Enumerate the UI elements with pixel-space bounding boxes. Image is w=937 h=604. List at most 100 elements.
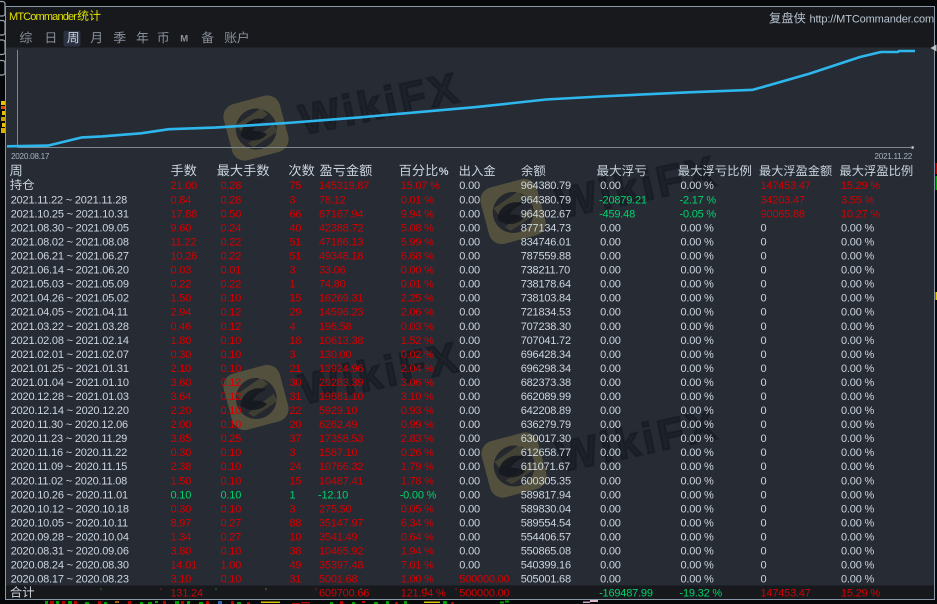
svg-text:-19.32 %: -19.32 % [680, 588, 723, 600]
svg-text:505001.68: 505001.68 [521, 574, 571, 586]
svg-text:145319.87: 145319.87 [319, 180, 369, 192]
svg-text:2021.06.14 ~ 2021.06.20: 2021.06.14 ~ 2021.06.20 [11, 265, 129, 277]
svg-text:21.00: 21.00 [171, 180, 198, 192]
svg-text:2021.02.01 ~ 2021.02.07: 2021.02.01 ~ 2021.02.07 [11, 349, 129, 361]
svg-text:1.79 %: 1.79 % [401, 461, 434, 473]
svg-text:1.34: 1.34 [171, 532, 192, 544]
svg-text:0.10: 0.10 [171, 489, 192, 501]
svg-text:5.08 %: 5.08 % [401, 222, 434, 234]
svg-text:0.00: 0.00 [459, 546, 480, 558]
svg-text:707238.30: 707238.30 [521, 321, 571, 333]
svg-text:0.10: 0.10 [221, 335, 242, 347]
svg-text:0.00: 0.00 [600, 461, 621, 473]
svg-text:2.38: 2.38 [171, 461, 192, 473]
svg-text:196.58: 196.58 [319, 321, 352, 333]
svg-text:2021.11.22: 2021.11.22 [874, 152, 912, 161]
svg-text:0.00 %: 0.00 % [841, 503, 874, 515]
svg-text:0.12: 0.12 [221, 391, 242, 403]
svg-text:2021.10.25 ~ 2021.10.31: 2021.10.25 ~ 2021.10.31 [11, 208, 129, 220]
svg-text:M: M [180, 34, 188, 45]
svg-text:0.01: 0.01 [221, 265, 242, 277]
svg-text:0.10: 0.10 [221, 419, 242, 431]
svg-text:3: 3 [290, 447, 296, 459]
svg-text:6.34 %: 6.34 % [401, 518, 434, 530]
svg-text:0.00: 0.00 [459, 363, 480, 375]
svg-text:0.10: 0.10 [221, 574, 242, 586]
svg-text:http://MTCommander.com: http://MTCommander.com [810, 14, 935, 26]
svg-text:612658.77: 612658.77 [521, 447, 571, 459]
svg-text:3.85: 3.85 [171, 433, 192, 445]
svg-text:0.00: 0.00 [459, 377, 480, 389]
svg-text:0.27: 0.27 [221, 518, 242, 530]
svg-text:611071.67: 611071.67 [521, 461, 570, 473]
svg-text:2020.08.17: 2020.08.17 [11, 152, 50, 161]
svg-text:0: 0 [761, 236, 767, 248]
svg-text:0: 0 [761, 447, 767, 459]
svg-text:130.00: 130.00 [319, 349, 352, 361]
svg-text:0.84: 0.84 [171, 194, 192, 206]
svg-text:31: 31 [290, 574, 302, 586]
svg-text:0.28: 0.28 [221, 180, 242, 192]
svg-text:2021.05.03 ~ 2021.05.09: 2021.05.03 ~ 2021.05.09 [11, 279, 129, 291]
svg-text:0.00 %: 0.00 % [841, 307, 874, 319]
svg-text:0.00 %: 0.00 % [681, 349, 714, 361]
svg-text:0.00 %: 0.00 % [841, 419, 874, 431]
svg-text:0.00: 0.00 [600, 236, 621, 248]
svg-text:0.02 %: 0.02 % [401, 349, 434, 361]
svg-text:0.00 %: 0.00 % [841, 349, 874, 361]
svg-text:0.00 %: 0.00 % [841, 574, 874, 586]
svg-text:0.00 %: 0.00 % [841, 391, 874, 403]
svg-text:0: 0 [761, 560, 767, 572]
svg-text:0.12: 0.12 [221, 377, 242, 389]
svg-text:0.00: 0.00 [600, 560, 621, 572]
svg-text:0.00: 0.00 [600, 349, 621, 361]
svg-text:696428.34: 696428.34 [521, 349, 571, 361]
svg-text:0.22: 0.22 [171, 279, 192, 291]
svg-text:88: 88 [290, 518, 302, 530]
svg-text:15.29 %: 15.29 % [841, 588, 880, 600]
svg-text:1.94 %: 1.94 % [401, 546, 434, 558]
svg-text:0.00 %: 0.00 % [681, 433, 714, 445]
svg-text:0.00: 0.00 [459, 560, 480, 572]
svg-text:0.01 %: 0.01 % [401, 279, 434, 291]
svg-text:0.00: 0.00 [459, 335, 480, 347]
svg-text:2021.08.30 ~ 2021.09.05: 2021.08.30 ~ 2021.09.05 [11, 222, 129, 234]
svg-text:2020.11.02 ~ 2020.11.08: 2020.11.02 ~ 2020.11.08 [11, 475, 127, 487]
svg-text:0.00: 0.00 [459, 265, 480, 277]
svg-text:2021.03.22 ~ 2021.03.28: 2021.03.22 ~ 2021.03.28 [11, 321, 129, 333]
svg-text:500000.00: 500000.00 [459, 574, 509, 586]
svg-text:6.68 %: 6.68 % [401, 251, 434, 263]
svg-text:0: 0 [761, 363, 767, 375]
svg-text:0.00: 0.00 [459, 475, 480, 487]
svg-text:0.00: 0.00 [600, 433, 621, 445]
svg-text:10465.92: 10465.92 [319, 546, 363, 558]
svg-text:0.00: 0.00 [459, 236, 480, 248]
svg-text:707041.72: 707041.72 [521, 335, 571, 347]
svg-text:2020.08.17 ~ 2020.08.23: 2020.08.17 ~ 2020.08.23 [11, 574, 129, 586]
svg-text:2021.02.08 ~ 2021.02.14: 2021.02.08 ~ 2021.02.14 [11, 335, 129, 347]
svg-text:2020.10.05 ~ 2020.10.11: 2020.10.05 ~ 2020.10.11 [11, 518, 128, 530]
svg-text:0: 0 [761, 391, 767, 403]
svg-text:1.80: 1.80 [171, 335, 192, 347]
svg-text:0.01 %: 0.01 % [401, 194, 434, 206]
svg-text:0.00: 0.00 [600, 546, 621, 558]
svg-text:0.00: 0.00 [600, 335, 621, 347]
svg-text:0.93 %: 0.93 % [401, 405, 434, 417]
svg-text:0.00: 0.00 [459, 194, 480, 206]
svg-text:2.20: 2.20 [171, 405, 192, 417]
svg-text:0.00: 0.00 [600, 532, 621, 544]
svg-text:0.10: 0.10 [221, 405, 242, 417]
svg-text:0.30: 0.30 [171, 447, 192, 459]
svg-text:0.00 %: 0.00 % [841, 560, 874, 572]
svg-text:1587.10: 1587.10 [319, 447, 357, 459]
svg-text:11.22: 11.22 [171, 236, 197, 248]
svg-text:38: 38 [290, 546, 302, 558]
svg-text:275.50: 275.50 [319, 503, 352, 515]
svg-text:0.00: 0.00 [459, 349, 480, 361]
svg-text:0.00 %: 0.00 % [681, 236, 714, 248]
svg-text:0.00 %: 0.00 % [681, 391, 714, 403]
svg-text:0.10: 0.10 [221, 461, 242, 473]
svg-text:2021.11.22 ~ 2021.11.28: 2021.11.22 ~ 2021.11.28 [11, 194, 127, 206]
svg-text:0: 0 [761, 307, 767, 319]
svg-text:0.00: 0.00 [600, 307, 621, 319]
